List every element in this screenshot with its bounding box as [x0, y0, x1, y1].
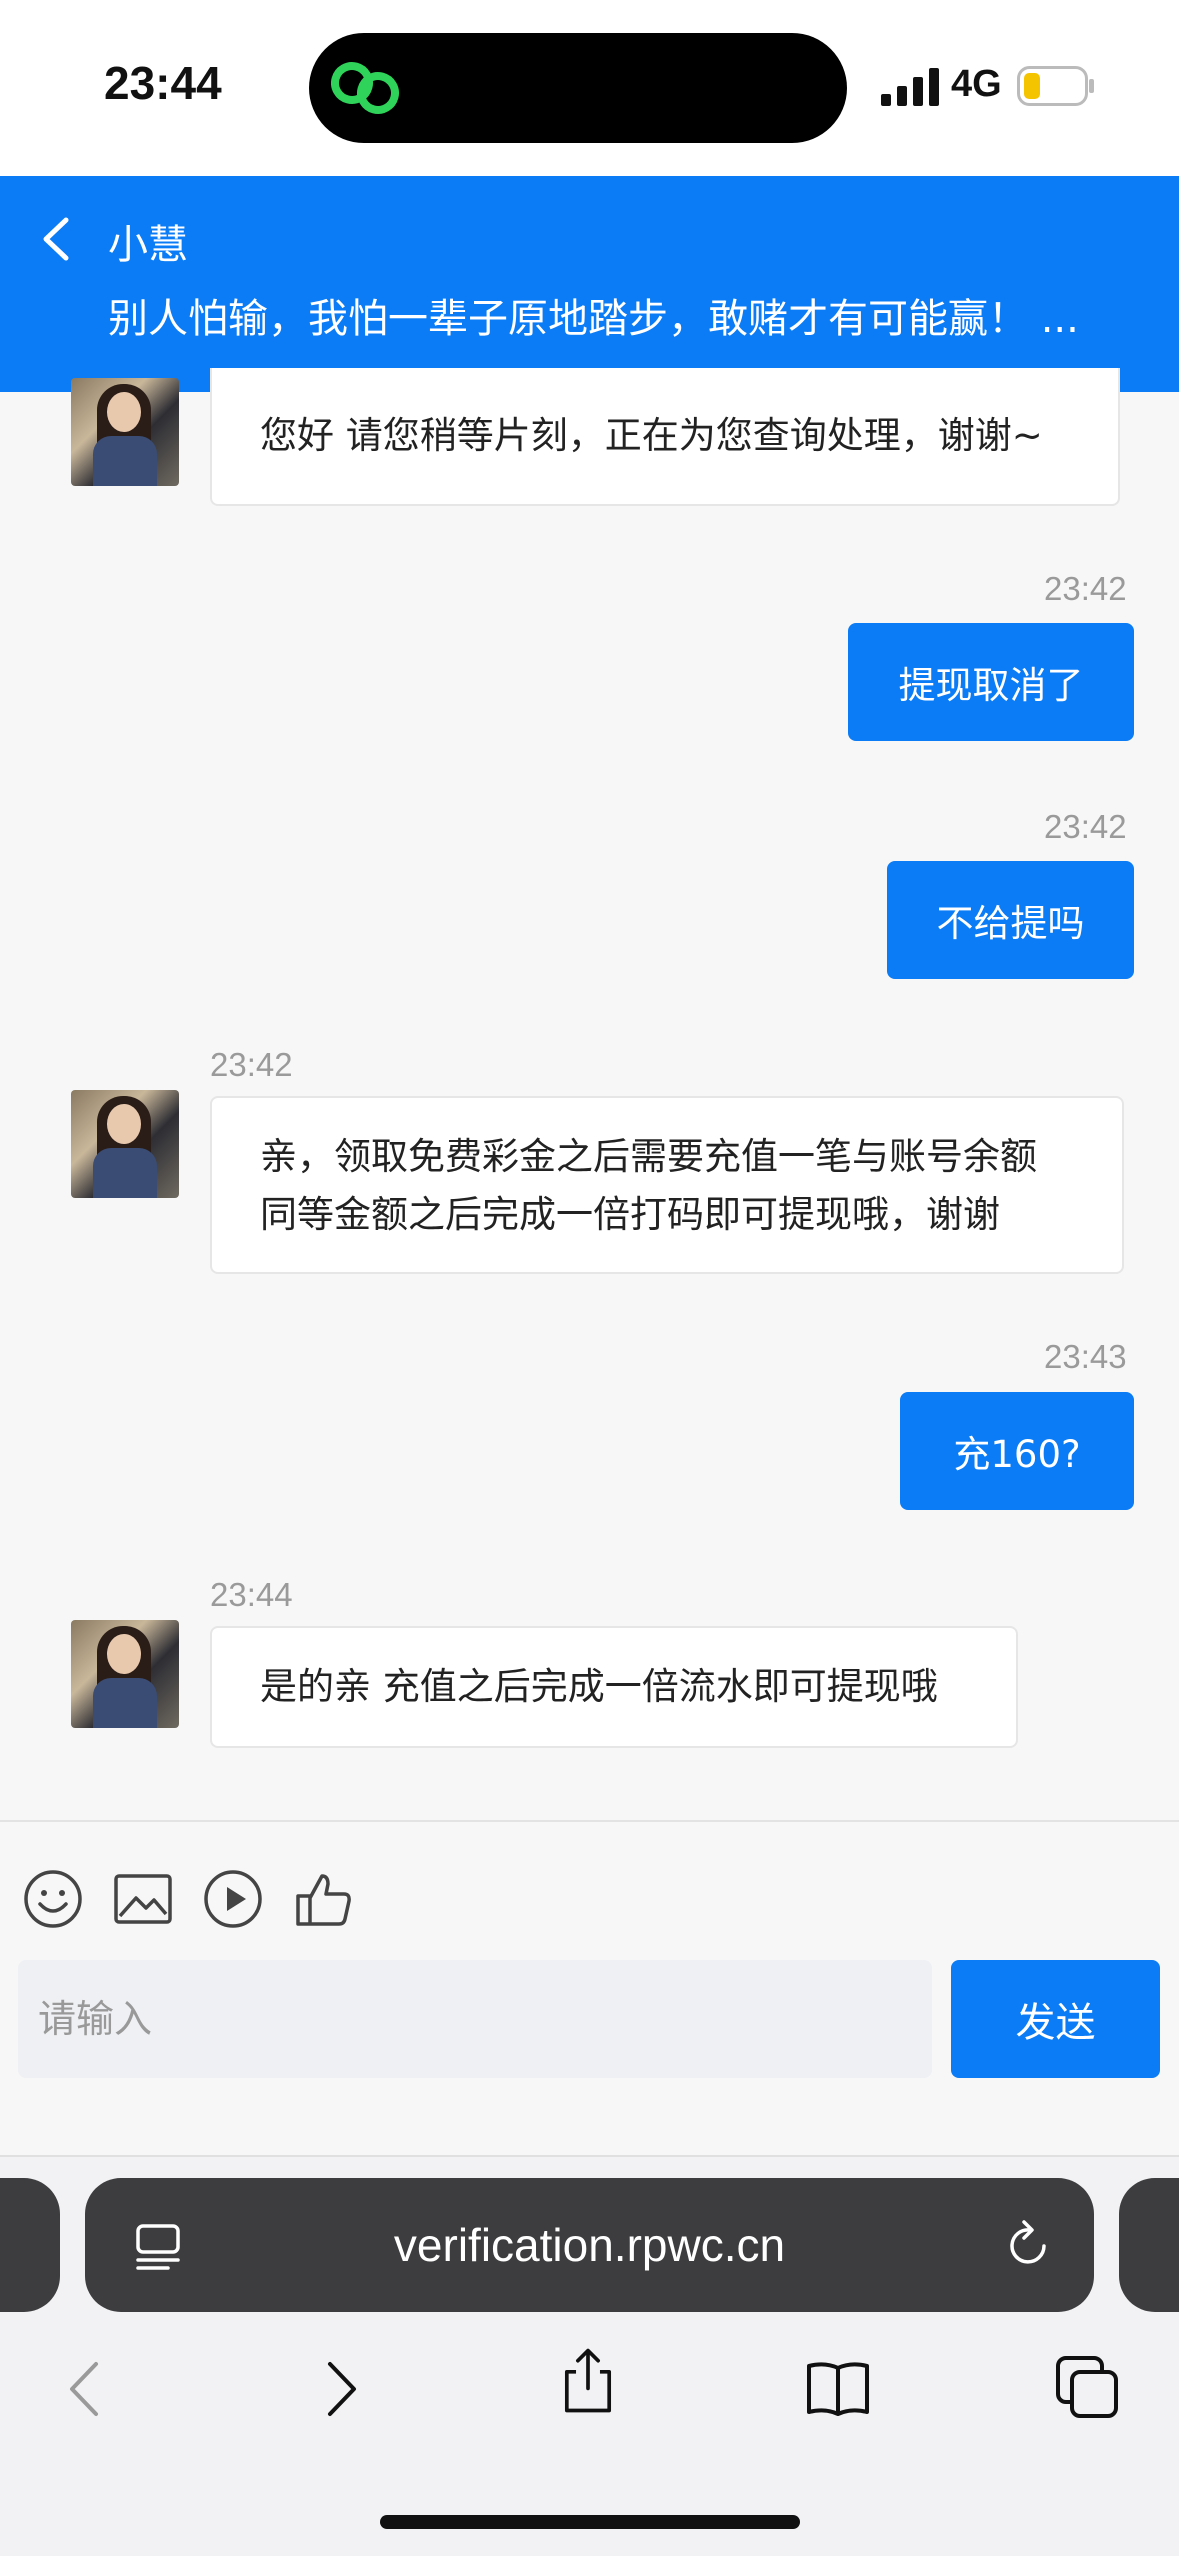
chat-title: 小慧 [108, 222, 188, 268]
image-icon[interactable] [112, 1868, 174, 1930]
next-tab-preview[interactable] [1119, 2178, 1179, 2312]
message-text-line: 同等金额之后完成一倍打码即可提现哦，谢谢 [260, 1193, 1000, 1236]
previous-tab-preview[interactable] [0, 2178, 60, 2312]
send-button-label: 发送 [1015, 2000, 1096, 2046]
message-incoming: 您好 请您稍等片刻，正在为您查询处理，谢谢~ [210, 368, 1120, 506]
signal-icon [881, 68, 939, 106]
message-outgoing: 充160? [900, 1392, 1134, 1510]
message-text: 是的亲 充值之后完成一倍流水即可提现哦 [260, 1665, 938, 1708]
message-incoming: 亲，领取免费彩金之后需要充值一笔与账号余额 同等金额之后完成一倍打码即可提现哦，… [210, 1096, 1124, 1274]
message-text-line: 亲，领取免费彩金之后需要充值一笔与账号余额 [260, 1135, 1037, 1178]
network-type: 4G [951, 63, 1002, 105]
message-incoming: 是的亲 充值之后完成一倍流水即可提现哦 [210, 1626, 1018, 1748]
bookmarks-icon[interactable] [803, 2354, 873, 2424]
message-time: 23:42 [1044, 808, 1127, 845]
status-time: 23:44 [104, 57, 222, 109]
message-time: 23:43 [1044, 1338, 1127, 1375]
send-button[interactable]: 发送 [951, 1960, 1160, 2078]
battery-icon [1017, 66, 1094, 106]
message-time: 23:42 [1044, 570, 1127, 607]
message-outgoing: 提现取消了 [848, 623, 1134, 741]
divider [0, 1820, 1179, 1822]
chat-header [0, 176, 1179, 392]
agent-avatar[interactable] [71, 1090, 179, 1198]
message-time: 23:44 [210, 1576, 293, 1613]
chat-subtitle: 别人怕输，我怕一辈子原地踏步，敢赌才有可能赢！ ... [108, 296, 1079, 342]
message-outgoing: 不给提吗 [887, 861, 1134, 979]
emoji-icon[interactable] [22, 1868, 84, 1930]
reload-icon[interactable] [1000, 2218, 1056, 2274]
video-play-icon[interactable] [202, 1868, 264, 1930]
tabs-icon[interactable] [1052, 2352, 1122, 2422]
home-indicator[interactable] [380, 2515, 800, 2529]
agent-avatar[interactable] [71, 1620, 179, 1728]
message-input[interactable]: 请输入 [18, 1960, 932, 2078]
url-text[interactable]: verification.rpwc.cn [85, 2178, 1094, 2312]
link-app-icon [331, 62, 399, 114]
message-text: 不给提吗 [936, 902, 1085, 945]
share-icon[interactable] [553, 2346, 623, 2416]
forward-icon[interactable] [306, 2354, 376, 2424]
back-icon[interactable] [52, 2354, 122, 2424]
message-text: 充160? [953, 1433, 1081, 1476]
message-time: 23:42 [210, 1046, 293, 1083]
message-text: 提现取消了 [898, 664, 1084, 707]
thumbs-up-icon[interactable] [292, 1868, 354, 1930]
message-text: 您好 请您稍等片刻，正在为您查询处理，谢谢~ [260, 414, 1043, 457]
agent-avatar[interactable] [71, 378, 179, 486]
back-arrow-icon[interactable] [38, 214, 72, 264]
